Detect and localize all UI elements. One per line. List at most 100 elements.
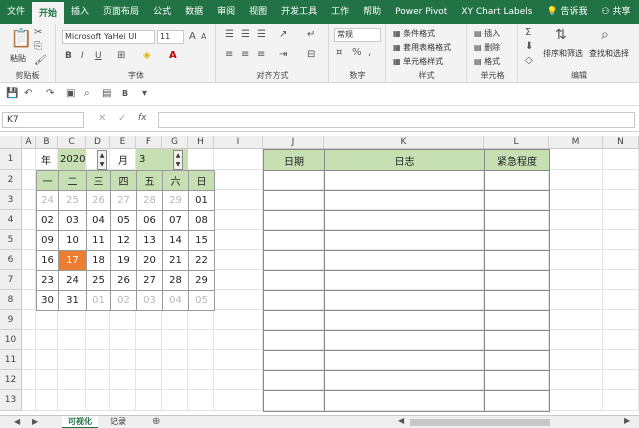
log-cell[interactable]	[324, 230, 485, 251]
comma-icon[interactable]: ,	[368, 48, 371, 58]
sort-filter-button[interactable]: 排序和筛选	[543, 48, 583, 59]
ribbon-tab[interactable]: 审阅	[210, 0, 242, 24]
worksheet-grid[interactable]: A B C D E F G H I J K L M N 1 2 3 4 5 6 7 8 9 10 11 12 13 年 2020 ▲ ▼ 月 3…	[0, 136, 639, 415]
paste-icon[interactable]: 📋	[10, 30, 32, 48]
calendar-day[interactable]: 27	[136, 270, 163, 291]
column-header[interactable]: G	[162, 136, 188, 149]
font-size-select[interactable]: 11	[157, 30, 184, 44]
log-cell[interactable]	[484, 310, 550, 331]
calendar-day[interactable]: 31	[58, 290, 87, 311]
log-cell[interactable]	[484, 190, 550, 211]
log-cell[interactable]	[263, 350, 325, 371]
ribbon-tab[interactable]: 开始	[32, 0, 65, 24]
calendar-day[interactable]: 19	[110, 250, 137, 271]
log-cell[interactable]	[263, 370, 325, 391]
format-painter-icon[interactable]: 🖌	[34, 56, 47, 66]
log-cell[interactable]	[484, 330, 550, 351]
calendar-day[interactable]: 26	[110, 270, 137, 291]
calendar-day[interactable]: 07	[162, 210, 189, 231]
log-cell[interactable]	[484, 370, 550, 391]
percent-icon[interactable]: %	[352, 48, 362, 58]
insert-function-button[interactable]: fx	[138, 114, 147, 123]
log-cell[interactable]	[324, 210, 485, 231]
row-header[interactable]: 8	[0, 290, 22, 310]
calendar-day[interactable]: 09	[36, 230, 59, 251]
log-cell[interactable]	[263, 270, 325, 291]
calendar-day[interactable]: 13	[136, 230, 163, 251]
qat-bold-button[interactable]: B	[122, 90, 128, 98]
ribbon-tab[interactable]: 工作	[324, 0, 356, 24]
shrink-font-icon[interactable]: A	[201, 33, 206, 41]
enter-icon[interactable]: ✓	[118, 114, 126, 124]
column-header[interactable]: D	[86, 136, 110, 149]
hscroll-left-icon[interactable]: ◀	[398, 417, 404, 425]
calendar-day-other-month[interactable]: 02	[110, 290, 137, 311]
align-right-icon[interactable]: ≡	[257, 50, 265, 60]
log-cell[interactable]	[263, 170, 325, 191]
calendar-day[interactable]: 17	[58, 250, 87, 271]
spin-down-icon[interactable]: ▼	[174, 160, 182, 169]
row-header[interactable]: 9	[0, 310, 22, 330]
calendar-day[interactable]: 11	[86, 230, 111, 251]
log-cell[interactable]	[484, 210, 550, 231]
row-header[interactable]: 6	[0, 250, 22, 270]
ribbon-tab[interactable]: XY Chart Labels	[454, 0, 539, 24]
log-cell[interactable]	[263, 330, 325, 351]
calendar-day[interactable]: 01	[188, 190, 215, 211]
save-icon[interactable]: 💾	[6, 89, 18, 99]
merge-icon[interactable]: ⊟	[307, 50, 315, 60]
row-header[interactable]: 4	[0, 210, 22, 230]
find-select-icon[interactable]: ⌕	[601, 28, 609, 42]
ribbon-tab[interactable]: 帮助	[356, 0, 388, 24]
calendar-day-other-month[interactable]: 25	[58, 190, 87, 211]
row-header[interactable]: 5	[0, 230, 22, 250]
ribbon-tab[interactable]: 数据	[178, 0, 210, 24]
log-cell[interactable]	[263, 290, 325, 311]
conditional-format-button[interactable]: ▦ 条件格式	[393, 28, 435, 39]
column-header[interactable]: F	[136, 136, 162, 149]
column-header[interactable]: A	[22, 136, 36, 149]
hscroll-right-icon[interactable]: ▶	[624, 417, 630, 425]
calendar-day[interactable]: 23	[36, 270, 59, 291]
delete-cells-button[interactable]: ▤ 删除	[474, 42, 500, 53]
log-cell[interactable]	[263, 210, 325, 231]
name-box[interactable]: K7	[2, 112, 84, 128]
calendar-day[interactable]: 08	[188, 210, 215, 231]
spin-down-icon[interactable]: ▼	[98, 160, 106, 169]
calendar-day-other-month[interactable]: 26	[86, 190, 111, 211]
calendar-day[interactable]: 14	[162, 230, 189, 251]
calendar-day[interactable]: 28	[162, 270, 189, 291]
calendar-day[interactable]: 15	[188, 230, 215, 251]
ribbon-tab[interactable]: 插入	[64, 0, 96, 24]
year-spinner[interactable]: ▲ ▼	[97, 150, 107, 170]
ribbon-tab[interactable]: 页面布局	[96, 0, 146, 24]
select-all-corner[interactable]	[0, 136, 22, 149]
calendar-day-other-month[interactable]: 03	[136, 290, 163, 311]
autosum-icon[interactable]: Σ	[525, 28, 531, 38]
column-header[interactable]: I	[214, 136, 263, 149]
scroll-left-icon[interactable]: ◀	[14, 418, 20, 426]
sort-filter-icon[interactable]: ⇅	[555, 28, 567, 42]
preview-icon[interactable]: ⌕	[84, 89, 90, 99]
calendar-day[interactable]: 05	[110, 210, 137, 231]
calendar-day-other-month[interactable]: 24	[36, 190, 59, 211]
find-select-button[interactable]: 查找和选择	[589, 48, 629, 59]
spin-up-icon[interactable]: ▲	[98, 151, 106, 160]
log-cell[interactable]	[484, 390, 550, 412]
log-cell[interactable]	[324, 330, 485, 351]
column-header[interactable]: K	[324, 136, 484, 149]
ribbon-tab[interactable]: 公式	[146, 0, 178, 24]
log-cell[interactable]	[263, 390, 325, 412]
row-header[interactable]: 10	[0, 330, 22, 350]
orientation-icon[interactable]: ↗	[279, 30, 287, 40]
underline-button[interactable]: U	[95, 52, 102, 61]
calendar-day[interactable]: 04	[86, 210, 111, 231]
align-left-icon[interactable]: ≡	[225, 50, 233, 60]
italic-button[interactable]: I	[81, 52, 84, 61]
log-cell[interactable]	[324, 370, 485, 391]
log-cell[interactable]	[484, 350, 550, 371]
tell-me-button[interactable]: 💡 告诉我	[539, 0, 594, 24]
month-spinner[interactable]: ▲ ▼	[173, 150, 183, 170]
row-header[interactable]: 1	[0, 149, 22, 170]
row-header[interactable]: 11	[0, 350, 22, 370]
